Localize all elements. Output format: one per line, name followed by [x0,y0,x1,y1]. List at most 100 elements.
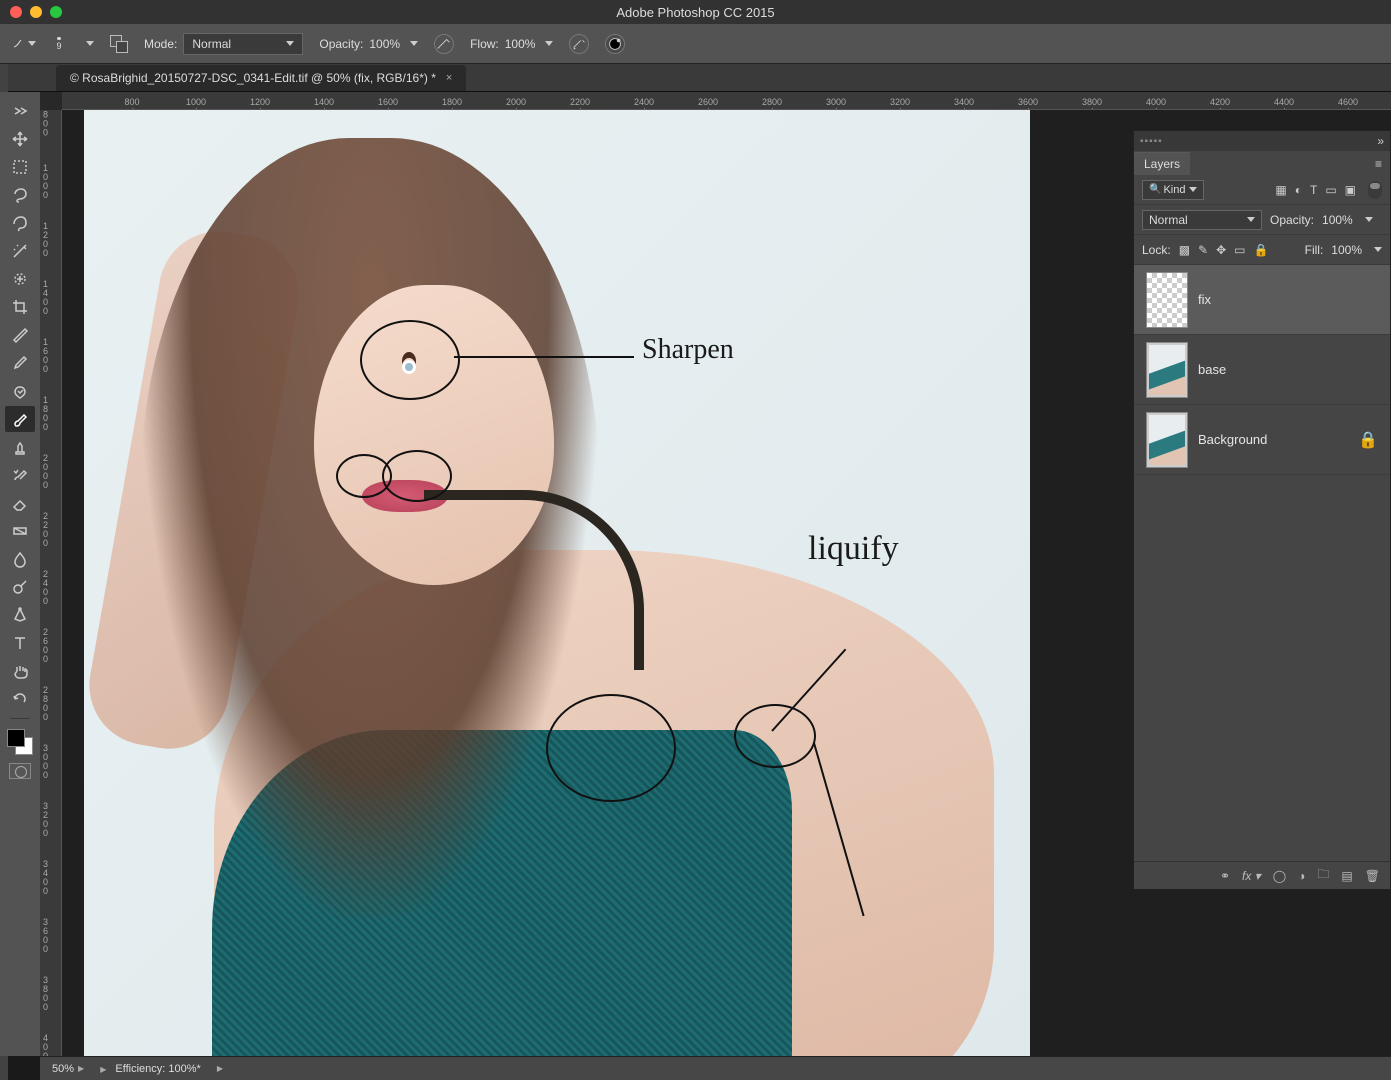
chevron-down-icon[interactable] [86,41,94,46]
ruler-tick: 2400 [634,97,654,107]
eyedropper-tool[interactable] [5,350,35,376]
add-mask-icon[interactable]: ◯ [1273,869,1286,883]
tool-preset-picker[interactable] [12,32,36,56]
blend-mode-value: Normal [192,37,231,51]
panel-menu-icon[interactable]: ≡ [1367,153,1390,175]
filter-adjust-icon[interactable]: ◐ [1295,183,1302,197]
photo-placeholder [84,110,1030,1056]
layer-name[interactable]: Background [1198,432,1267,447]
close-icon[interactable]: × [446,72,452,84]
annotation-sharpen: Sharpen [642,334,734,366]
fill-value[interactable]: 100% [1331,243,1362,257]
filter-smart-icon[interactable]: ▣ [1345,183,1356,197]
brush-tool[interactable] [5,406,35,432]
collapse-panel-icon[interactable]: » [1377,134,1384,148]
dodge-tool[interactable] [5,574,35,600]
panel-grip-icon[interactable]: ▪▪▪▪▪ [1140,136,1163,147]
opacity-value[interactable]: 100% [369,37,400,51]
layer-name[interactable]: fix [1198,292,1211,307]
panel-header[interactable]: ▪▪▪▪▪ » [1134,131,1390,151]
foreground-background-color[interactable] [7,729,33,755]
lock-position-icon[interactable]: ✥ [1216,243,1226,257]
flow-value[interactable]: 100% [505,37,536,51]
chevron-right-icon[interactable]: ▶ [217,1064,223,1073]
slice-tool[interactable] [5,322,35,348]
ruler-tick: 4600 [1338,97,1358,107]
airbrush-toggle[interactable] [569,34,589,54]
layer-thumbnail[interactable] [1146,412,1188,468]
ruler-tick: 2800 [43,686,48,722]
filter-pixel-icon[interactable]: ▦ [1275,183,1286,197]
lock-image-icon[interactable]: ✎ [1198,243,1208,257]
pressure-opacity-toggle[interactable] [434,34,454,54]
magic-wand-tool[interactable] [5,238,35,264]
ruler-tick: 2200 [43,512,48,548]
link-layers-icon[interactable]: ⚭ [1220,869,1230,883]
blend-mode-select[interactable]: Normal [183,33,303,55]
pen-tool[interactable] [5,602,35,628]
ruler-tick: 3000 [826,97,846,107]
ruler-tick: 2800 [762,97,782,107]
object-select-tool[interactable] [5,210,35,236]
lock-all-icon[interactable]: 🔒 [1254,243,1269,257]
filter-shape-icon[interactable]: ▭ [1325,183,1336,197]
new-group-icon[interactable]: 🗀 [1317,865,1329,886]
rect-marquee-tool[interactable] [5,154,35,180]
annotation-line [454,356,634,358]
chevron-down-icon[interactable] [410,41,418,46]
layer-row[interactable]: Background🔒 [1134,405,1390,475]
document-tab[interactable]: © RosaBrighid_20150727-DSC_0341-Edit.tif… [56,65,466,91]
lock-artboard-icon[interactable]: ▭ [1234,243,1245,257]
ruler-tick: 2000 [43,454,48,490]
layer-row[interactable]: 👁fix [1134,265,1390,335]
layer-thumbnail[interactable] [1146,272,1188,328]
filter-toggle[interactable] [1368,181,1382,199]
blur-tool[interactable] [5,546,35,572]
delete-layer-icon[interactable]: 🗑 [1365,869,1380,883]
history-brush-tool[interactable] [5,462,35,488]
clone-stamp-tool[interactable] [5,434,35,460]
layer-row[interactable]: 👁base [1134,335,1390,405]
patch-tool[interactable] [5,378,35,404]
layer-thumbnail[interactable] [1146,342,1188,398]
chevron-down-icon [1247,217,1255,222]
crop-tool[interactable] [5,294,35,320]
ruler-tick: 800 [43,111,48,138]
new-adjustment-icon[interactable]: ◑ [1298,869,1305,883]
brush-preset-picker[interactable]: 9 [52,37,66,51]
zoom-level[interactable]: 50% ▶ [52,1063,84,1075]
layer-name[interactable]: base [1198,362,1226,377]
lasso-tool[interactable] [5,182,35,208]
brush-panel-toggle[interactable] [110,35,128,53]
pressure-size-toggle[interactable] [605,34,625,54]
chevron-down-icon[interactable] [545,41,553,46]
move-tool[interactable] [5,126,35,152]
lock-transparent-icon[interactable]: ▩ [1179,243,1190,257]
ruler-tick: 1200 [250,97,270,107]
new-layer-icon[interactable]: ▤ [1341,869,1352,883]
gradient-tool[interactable] [5,518,35,544]
tab-layers[interactable]: Layers [1134,152,1190,175]
layer-blend-mode-select[interactable]: Normal [1142,210,1262,230]
eraser-tool[interactable] [5,490,35,516]
ruler-horizontal[interactable]: 8001000120014001600180020002200240026002… [62,92,1391,110]
rotate-view-tool[interactable] [5,686,35,712]
hand-tool[interactable] [5,658,35,684]
chevron-down-icon[interactable] [1374,247,1382,252]
type-tool[interactable] [5,630,35,656]
opacity-label: Opacity: [319,37,363,51]
ruler-vertical[interactable]: 8001000120014001600180020002200240026002… [40,110,62,1056]
quick-mask-toggle[interactable] [9,763,31,779]
layer-filter-kind[interactable]: 🔍Kind [1142,180,1204,200]
chevron-down-icon[interactable] [1365,217,1373,222]
ruler-tick: 3400 [954,97,974,107]
layer-opacity-value[interactable]: 100% [1322,213,1353,227]
layer-fx-icon[interactable]: fx ▾ [1242,869,1261,883]
ruler-tick: 3600 [1018,97,1038,107]
filter-type-icon[interactable]: T [1310,183,1317,197]
collapse-toolbox[interactable] [5,98,35,124]
quick-select-tool[interactable] [5,266,35,292]
canvas[interactable]: Sharpen liquify [84,110,1030,1056]
ruler-tick: 2600 [698,97,718,107]
status-efficiency[interactable]: Efficiency: 100%* [100,1063,201,1075]
